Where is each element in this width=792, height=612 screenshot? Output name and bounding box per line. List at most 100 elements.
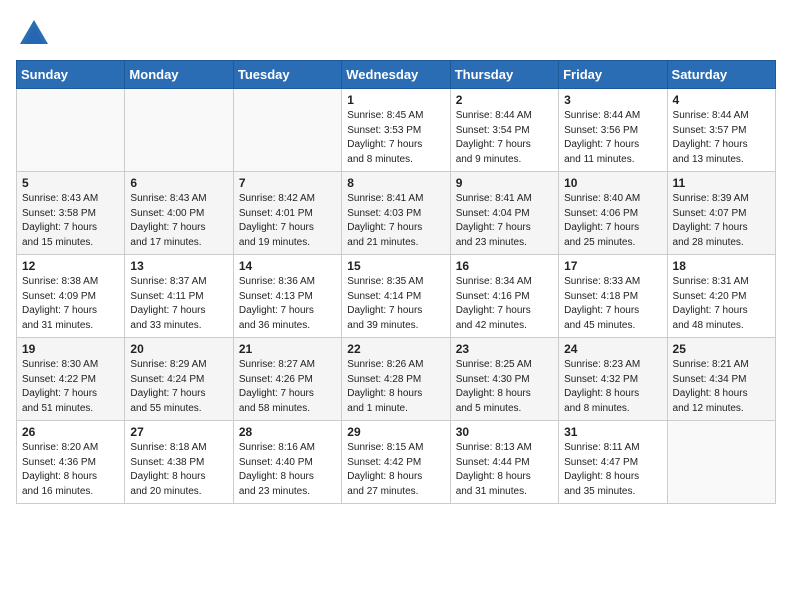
calendar-cell: 8 Sunrise: 8:41 AM Sunset: 4:03 PM Daylig… — [342, 172, 450, 255]
calendar-table: Sunday Monday Tuesday Wednesday Thursday… — [16, 60, 776, 504]
day-info: Sunrise: 8:43 AM Sunset: 3:58 PM Dayligh… — [22, 192, 119, 250]
header-tuesday: Tuesday — [233, 61, 341, 89]
day-number: 6 — [130, 176, 227, 190]
logo — [16, 16, 58, 52]
calendar-cell: 31Sunrise: 8:11 AM Sunset: 4:47 PM Dayli… — [559, 421, 667, 504]
day-info: Sunrise: 8:30 AM Sunset: 4:22 PM Dayligh… — [22, 358, 119, 416]
day-info: Sunrise: 8:15 AM Sunset: 4:42 PM Dayligh… — [347, 441, 444, 499]
calendar-week-row: 5 Sunrise: 8:43 AM Sunset: 3:58 PM Daylig… — [17, 172, 776, 255]
calendar-cell: 11 Sunrise: 8:39 AM Sunset: 4:07 PM Dayli… — [667, 172, 775, 255]
calendar-cell: 28Sunrise: 8:16 AM Sunset: 4:40 PM Dayli… — [233, 421, 341, 504]
calendar-cell: 23 Sunrise: 8:25 AM Sunset: 4:30 PM Dayli… — [450, 338, 558, 421]
calendar-cell: 15 Sunrise: 8:35 AM Sunset: 4:14 PM Dayli… — [342, 255, 450, 338]
calendar-cell: 14 Sunrise: 8:36 AM Sunset: 4:13 PM Dayli… — [233, 255, 341, 338]
day-info: Sunrise: 8:37 AM Sunset: 4:11 PM Dayligh… — [130, 275, 227, 333]
day-number: 3 — [564, 93, 661, 107]
day-number: 5 — [22, 176, 119, 190]
day-number: 1 — [347, 93, 444, 107]
day-number: 21 — [239, 342, 336, 356]
day-info: Sunrise: 8:42 AM Sunset: 4:01 PM Dayligh… — [239, 192, 336, 250]
day-info: Sunrise: 8:40 AM Sunset: 4:06 PM Dayligh… — [564, 192, 661, 250]
day-info: Sunrise: 8:39 AM Sunset: 4:07 PM Dayligh… — [673, 192, 770, 250]
day-info: Sunrise: 8:44 AM Sunset: 3:57 PM Dayligh… — [673, 109, 770, 167]
header-friday: Friday — [559, 61, 667, 89]
calendar-cell — [17, 89, 125, 172]
day-info: Sunrise: 8:35 AM Sunset: 4:14 PM Dayligh… — [347, 275, 444, 333]
calendar-cell: 22 Sunrise: 8:26 AM Sunset: 4:28 PM Dayli… — [342, 338, 450, 421]
calendar-cell: 21 Sunrise: 8:27 AM Sunset: 4:26 PM Dayli… — [233, 338, 341, 421]
day-info: Sunrise: 8:27 AM Sunset: 4:26 PM Dayligh… — [239, 358, 336, 416]
day-number: 19 — [22, 342, 119, 356]
day-number: 8 — [347, 176, 444, 190]
day-number: 15 — [347, 259, 444, 273]
day-info: Sunrise: 8:38 AM Sunset: 4:09 PM Dayligh… — [22, 275, 119, 333]
calendar-header: Sunday Monday Tuesday Wednesday Thursday… — [17, 61, 776, 89]
day-number: 11 — [673, 176, 770, 190]
header-monday: Monday — [125, 61, 233, 89]
header-sunday: Sunday — [17, 61, 125, 89]
day-info: Sunrise: 8:16 AM Sunset: 4:40 PM Dayligh… — [239, 441, 336, 499]
day-info: Sunrise: 8:43 AM Sunset: 4:00 PM Dayligh… — [130, 192, 227, 250]
day-info: Sunrise: 8:31 AM Sunset: 4:20 PM Dayligh… — [673, 275, 770, 333]
day-number: 7 — [239, 176, 336, 190]
calendar-cell: 19 Sunrise: 8:30 AM Sunset: 4:22 PM Dayli… — [17, 338, 125, 421]
calendar-cell: 2Sunrise: 8:44 AM Sunset: 3:54 PM Daylig… — [450, 89, 558, 172]
calendar-cell: 9Sunrise: 8:41 AM Sunset: 4:04 PM Daylig… — [450, 172, 558, 255]
day-number: 18 — [673, 259, 770, 273]
day-number: 16 — [456, 259, 553, 273]
day-number: 10 — [564, 176, 661, 190]
calendar-cell: 17 Sunrise: 8:33 AM Sunset: 4:18 PM Dayli… — [559, 255, 667, 338]
calendar-cell: 4Sunrise: 8:44 AM Sunset: 3:57 PM Daylig… — [667, 89, 775, 172]
calendar-cell — [125, 89, 233, 172]
calendar-cell — [667, 421, 775, 504]
day-number: 27 — [130, 425, 227, 439]
calendar-cell: 6 Sunrise: 8:43 AM Sunset: 4:00 PM Daylig… — [125, 172, 233, 255]
calendar-cell: 26 Sunrise: 8:20 AM Sunset: 4:36 PM Dayli… — [17, 421, 125, 504]
calendar-cell: 30 Sunrise: 8:13 AM Sunset: 4:44 PM Dayli… — [450, 421, 558, 504]
day-number: 25 — [673, 342, 770, 356]
calendar-cell: 1 Sunrise: 8:45 AM Sunset: 3:53 PM Daylig… — [342, 89, 450, 172]
day-info: Sunrise: 8:20 AM Sunset: 4:36 PM Dayligh… — [22, 441, 119, 499]
calendar-cell: 27Sunrise: 8:18 AM Sunset: 4:38 PM Dayli… — [125, 421, 233, 504]
header-wednesday: Wednesday — [342, 61, 450, 89]
day-number: 29 — [347, 425, 444, 439]
day-number: 12 — [22, 259, 119, 273]
day-number: 30 — [456, 425, 553, 439]
day-info: Sunrise: 8:33 AM Sunset: 4:18 PM Dayligh… — [564, 275, 661, 333]
calendar-cell: 13 Sunrise: 8:37 AM Sunset: 4:11 PM Dayli… — [125, 255, 233, 338]
day-info: Sunrise: 8:13 AM Sunset: 4:44 PM Dayligh… — [456, 441, 553, 499]
calendar-cell: 20 Sunrise: 8:29 AM Sunset: 4:24 PM Dayli… — [125, 338, 233, 421]
day-number: 14 — [239, 259, 336, 273]
day-info: Sunrise: 8:41 AM Sunset: 4:03 PM Dayligh… — [347, 192, 444, 250]
calendar-week-row: 19 Sunrise: 8:30 AM Sunset: 4:22 PM Dayli… — [17, 338, 776, 421]
day-number: 17 — [564, 259, 661, 273]
calendar-body: 1 Sunrise: 8:45 AM Sunset: 3:53 PM Daylig… — [17, 89, 776, 504]
calendar-cell: 18 Sunrise: 8:31 AM Sunset: 4:20 PM Dayli… — [667, 255, 775, 338]
day-info: Sunrise: 8:25 AM Sunset: 4:30 PM Dayligh… — [456, 358, 553, 416]
calendar-cell — [233, 89, 341, 172]
day-number: 23 — [456, 342, 553, 356]
day-info: Sunrise: 8:26 AM Sunset: 4:28 PM Dayligh… — [347, 358, 444, 416]
calendar-week-row: 12 Sunrise: 8:38 AM Sunset: 4:09 PM Dayli… — [17, 255, 776, 338]
day-number: 24 — [564, 342, 661, 356]
day-info: Sunrise: 8:36 AM Sunset: 4:13 PM Dayligh… — [239, 275, 336, 333]
calendar-cell: 5 Sunrise: 8:43 AM Sunset: 3:58 PM Daylig… — [17, 172, 125, 255]
calendar-cell: 7 Sunrise: 8:42 AM Sunset: 4:01 PM Daylig… — [233, 172, 341, 255]
calendar-week-row: 1 Sunrise: 8:45 AM Sunset: 3:53 PM Daylig… — [17, 89, 776, 172]
day-number: 22 — [347, 342, 444, 356]
day-info: Sunrise: 8:29 AM Sunset: 4:24 PM Dayligh… — [130, 358, 227, 416]
calendar-cell: 3Sunrise: 8:44 AM Sunset: 3:56 PM Daylig… — [559, 89, 667, 172]
logo-icon — [16, 16, 52, 52]
day-number: 13 — [130, 259, 227, 273]
day-info: Sunrise: 8:41 AM Sunset: 4:04 PM Dayligh… — [456, 192, 553, 250]
day-number: 26 — [22, 425, 119, 439]
header-thursday: Thursday — [450, 61, 558, 89]
day-info: Sunrise: 8:44 AM Sunset: 3:54 PM Dayligh… — [456, 109, 553, 167]
header-row: Sunday Monday Tuesday Wednesday Thursday… — [17, 61, 776, 89]
calendar-cell: 29 Sunrise: 8:15 AM Sunset: 4:42 PM Dayli… — [342, 421, 450, 504]
calendar-week-row: 26 Sunrise: 8:20 AM Sunset: 4:36 PM Dayli… — [17, 421, 776, 504]
day-number: 20 — [130, 342, 227, 356]
day-info: Sunrise: 8:45 AM Sunset: 3:53 PM Dayligh… — [347, 109, 444, 167]
calendar-cell: 24Sunrise: 8:23 AM Sunset: 4:32 PM Dayli… — [559, 338, 667, 421]
header-saturday: Saturday — [667, 61, 775, 89]
